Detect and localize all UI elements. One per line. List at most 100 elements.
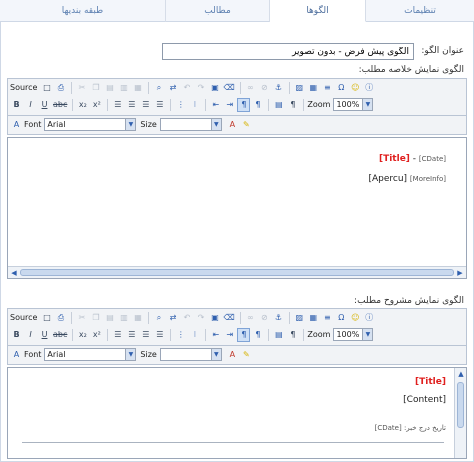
paste-text-icon[interactable]: ▥ — [117, 81, 130, 95]
subscript-icon[interactable]: x₂ — [76, 328, 89, 342]
horizontal-rule-icon[interactable]: ≡ — [321, 311, 334, 325]
new-page-icon[interactable]: □ — [40, 81, 53, 95]
outdent-icon[interactable]: ⇤ — [209, 328, 222, 342]
table-icon[interactable]: ▦ — [307, 81, 320, 95]
link-icon[interactable]: ∞ — [244, 81, 257, 95]
font-select[interactable]: Arial ▼ — [44, 118, 137, 131]
special-char-icon[interactable]: Ω — [335, 81, 348, 95]
background-color-icon[interactable]: ✎ — [240, 348, 253, 362]
about-icon[interactable]: ⓘ — [363, 81, 376, 95]
select-all-icon[interactable]: ▣ — [208, 81, 221, 95]
zoom-select[interactable]: 100% ▼ — [333, 328, 374, 341]
redo-icon[interactable]: ↷ — [194, 81, 207, 95]
horizontal-rule-icon[interactable]: ≡ — [321, 81, 334, 95]
outdent-icon[interactable]: ⇤ — [209, 98, 222, 112]
image-icon[interactable]: ▨ — [293, 311, 306, 325]
bullet-list-icon[interactable]: ⁝ — [188, 98, 201, 112]
tab-categories[interactable]: طبقه بندیها — [0, 0, 166, 22]
scrollbar-thumb[interactable] — [457, 382, 464, 428]
new-page-icon[interactable]: □ — [40, 311, 53, 325]
superscript-icon[interactable]: x² — [90, 98, 103, 112]
text-color-icon[interactable]: A — [226, 118, 239, 132]
text-color-icon[interactable]: A — [226, 348, 239, 362]
italic-icon[interactable]: I — [24, 98, 37, 112]
scroll-up-icon[interactable]: ▲ — [456, 369, 466, 379]
bullet-list-icon[interactable]: ⁝ — [188, 328, 201, 342]
background-color-icon[interactable]: ✎ — [240, 118, 253, 132]
special-char-icon[interactable]: Ω — [335, 311, 348, 325]
source-button[interactable]: Source — [10, 83, 37, 92]
scrollbar-thumb[interactable] — [20, 269, 454, 276]
bold-icon[interactable]: B — [10, 328, 23, 342]
align-center-icon[interactable]: ☰ — [125, 98, 138, 112]
numbered-list-icon[interactable]: ⋮ — [174, 328, 187, 342]
tab-posts[interactable]: مطالب — [166, 0, 270, 22]
size-select[interactable]: ▼ — [159, 118, 222, 131]
about-icon[interactable]: ⓘ — [363, 311, 376, 325]
align-left-icon[interactable]: ☰ — [111, 98, 124, 112]
cut-icon[interactable]: ✂ — [75, 311, 88, 325]
cut-icon[interactable]: ✂ — [75, 81, 88, 95]
vertical-scrollbar[interactable]: ▲ — [454, 368, 466, 458]
paragraph-icon[interactable]: ¶ — [286, 98, 299, 112]
image-icon[interactable]: ▨ — [293, 81, 306, 95]
underline-icon[interactable]: U — [38, 98, 51, 112]
redo-icon[interactable]: ↷ — [194, 311, 207, 325]
smiley-icon[interactable]: ☺ — [349, 311, 362, 325]
italic-icon[interactable]: I — [24, 328, 37, 342]
pattern-title-input[interactable] — [162, 43, 414, 60]
find-icon[interactable]: ⌕ — [152, 311, 165, 325]
numbered-list-icon[interactable]: ⋮ — [174, 98, 187, 112]
unlink-icon[interactable]: ⊘ — [258, 81, 271, 95]
undo-icon[interactable]: ↶ — [180, 81, 193, 95]
subscript-icon[interactable]: x₂ — [76, 98, 89, 112]
show-blocks-icon[interactable]: ▤ — [272, 98, 285, 112]
horizontal-scrollbar[interactable]: ◀ ▶ — [8, 266, 466, 278]
tab-templates[interactable]: الگوها — [270, 0, 366, 22]
strike-icon[interactable]: abc — [52, 98, 68, 112]
full-editor-content[interactable]: [Title] [Content] تاریخ درج خبر: [CDate]… — [7, 367, 467, 459]
table-icon[interactable]: ▦ — [307, 311, 320, 325]
align-justify-icon[interactable]: ☰ — [153, 328, 166, 342]
indent-icon[interactable]: ⇥ — [223, 98, 236, 112]
copy-icon[interactable]: ❐ — [89, 311, 102, 325]
replace-icon[interactable]: ⇄ — [166, 311, 179, 325]
smiley-icon[interactable]: ☺ — [349, 81, 362, 95]
copy-icon[interactable]: ❐ — [89, 81, 102, 95]
superscript-icon[interactable]: x² — [90, 328, 103, 342]
paste-word-icon[interactable]: ▦ — [131, 311, 144, 325]
summary-editor-content[interactable]: [Title] - [CDate] [Apercu] [MoreInfo] ◀ … — [7, 137, 467, 279]
link-icon[interactable]: ∞ — [244, 311, 257, 325]
rtl-direction-icon[interactable]: ¶ — [237, 327, 251, 342]
zoom-select[interactable]: 100% ▼ — [333, 98, 374, 111]
replace-icon[interactable]: ⇄ — [166, 81, 179, 95]
align-justify-icon[interactable]: ☰ — [153, 98, 166, 112]
style-icon[interactable]: A — [10, 348, 23, 362]
indent-icon[interactable]: ⇥ — [223, 328, 236, 342]
ltr-direction-icon[interactable]: ¶ — [251, 328, 264, 342]
preview-icon[interactable]: ⎙ — [54, 311, 67, 325]
undo-icon[interactable]: ↶ — [180, 311, 193, 325]
size-select[interactable]: ▼ — [159, 348, 222, 361]
remove-format-icon[interactable]: ⌫ — [222, 81, 235, 95]
source-button[interactable]: Source — [10, 313, 37, 322]
scroll-right-icon[interactable]: ▶ — [455, 268, 465, 278]
scroll-left-icon[interactable]: ◀ — [9, 268, 19, 278]
align-right-icon[interactable]: ☰ — [139, 328, 152, 342]
anchor-icon[interactable]: ⚓ — [272, 81, 285, 95]
paste-text-icon[interactable]: ▥ — [117, 311, 130, 325]
bold-icon[interactable]: B — [10, 98, 23, 112]
paragraph-icon[interactable]: ¶ — [286, 328, 299, 342]
align-center-icon[interactable]: ☰ — [125, 328, 138, 342]
style-icon[interactable]: A — [10, 118, 23, 132]
align-left-icon[interactable]: ☰ — [111, 328, 124, 342]
paste-word-icon[interactable]: ▦ — [131, 81, 144, 95]
tab-settings[interactable]: تنظیمات — [366, 0, 474, 22]
align-right-icon[interactable]: ☰ — [139, 98, 152, 112]
find-icon[interactable]: ⌕ — [152, 81, 165, 95]
select-all-icon[interactable]: ▣ — [208, 311, 221, 325]
preview-icon[interactable]: ⎙ — [54, 81, 67, 95]
paste-icon[interactable]: ▤ — [103, 81, 116, 95]
anchor-icon[interactable]: ⚓ — [272, 311, 285, 325]
font-select[interactable]: Arial ▼ — [44, 348, 137, 361]
